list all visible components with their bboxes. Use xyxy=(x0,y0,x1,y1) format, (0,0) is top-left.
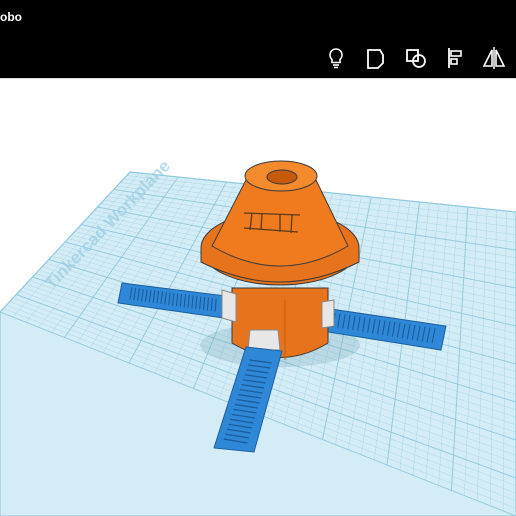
scene[interactable]: Tinkercad Workplane xyxy=(0,79,516,516)
top-toolbar: obo xyxy=(0,0,516,78)
ungroup-shape-icon xyxy=(406,49,426,68)
mirror-button[interactable] xyxy=(480,44,508,72)
align-button[interactable] xyxy=(442,44,470,72)
connector-block-front[interactable] xyxy=(247,329,281,351)
lightbulb-icon xyxy=(329,48,343,69)
group-shape-icon xyxy=(367,49,384,69)
align-icon xyxy=(448,48,462,68)
cone-top[interactable] xyxy=(200,160,360,286)
cone-hole xyxy=(266,169,298,185)
ungroup-button[interactable] xyxy=(402,44,430,72)
3d-viewport[interactable]: Tinkercad Workplane xyxy=(0,79,516,516)
group-button[interactable] xyxy=(362,44,390,72)
mirror-icon xyxy=(482,47,506,69)
design-title[interactable]: obo xyxy=(0,10,22,24)
connector-block-left[interactable] xyxy=(221,289,237,323)
notes-button[interactable] xyxy=(322,44,350,72)
connector-block-right[interactable] xyxy=(321,299,335,329)
